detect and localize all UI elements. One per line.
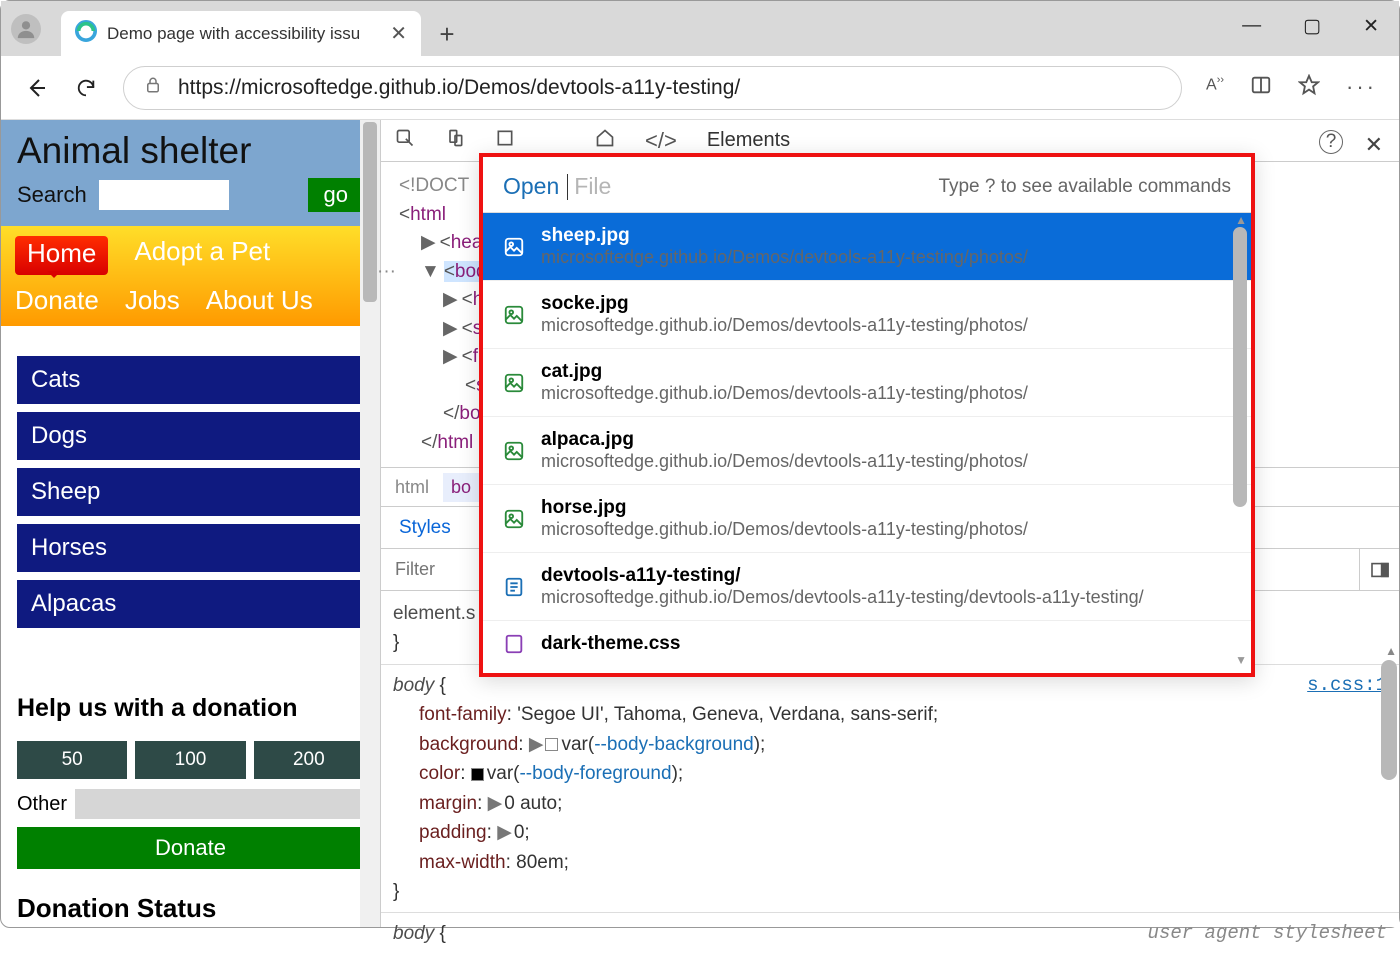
- search-label: Search: [17, 182, 87, 208]
- back-icon[interactable]: [23, 76, 49, 100]
- page-pane: Animal shelter Search go Home Adopt a Pe…: [1, 120, 381, 927]
- more-icon[interactable]: ···: [1346, 74, 1377, 101]
- browser-tab[interactable]: Demo page with accessibility issu ✕: [61, 11, 421, 56]
- text-cursor: [567, 174, 568, 200]
- welcome-icon[interactable]: [495, 128, 515, 153]
- amount-200[interactable]: 200: [254, 741, 364, 779]
- cmd-file-placeholder[interactable]: File: [574, 173, 611, 200]
- nav-donate[interactable]: Donate: [15, 285, 99, 316]
- devtools-scrollbar[interactable]: [1381, 660, 1397, 780]
- read-aloud-icon[interactable]: A››: [1206, 74, 1224, 101]
- cat-dogs[interactable]: Dogs: [17, 412, 364, 460]
- category-list: Cats Dogs Sheep Horses Alpacas: [1, 326, 380, 640]
- lock-icon: [144, 75, 162, 101]
- donation-heading: Help us with a donation: [17, 694, 364, 723]
- devtools-close-icon[interactable]: ✕: [1365, 132, 1383, 158]
- command-menu: Open File Type ? to see available comman…: [479, 153, 1255, 677]
- reader-icon[interactable]: [1250, 74, 1272, 101]
- donation-status-heading: Donation Status: [17, 893, 364, 924]
- inspect-icon[interactable]: [395, 128, 415, 153]
- profile-avatar[interactable]: [11, 14, 41, 44]
- donate-button[interactable]: Donate: [17, 827, 364, 869]
- home-tab-icon[interactable]: [595, 128, 615, 153]
- nav-about[interactable]: About Us: [206, 285, 313, 316]
- new-tab-button[interactable]: +: [427, 19, 467, 50]
- cmd-scrollbar[interactable]: [1233, 227, 1247, 507]
- cmd-item[interactable]: socke.jpgmicrosoftedge.github.io/Demos/d…: [483, 281, 1251, 349]
- other-label: Other: [17, 789, 67, 819]
- cmd-item[interactable]: cat.jpgmicrosoftedge.github.io/Demos/dev…: [483, 349, 1251, 417]
- cmd-scroll-down-icon[interactable]: ▼: [1235, 653, 1247, 667]
- nav-jobs[interactable]: Jobs: [125, 285, 180, 316]
- cmd-item[interactable]: alpaca.jpgmicrosoftedge.github.io/Demos/…: [483, 417, 1251, 485]
- cat-cats[interactable]: Cats: [17, 356, 364, 404]
- amount-50[interactable]: 50: [17, 741, 127, 779]
- url-field[interactable]: https://microsoftedge.github.io/Demos/de…: [123, 66, 1182, 110]
- cmd-list: sheep.jpgmicrosoftedge.github.io/Demos/d…: [483, 212, 1251, 660]
- css-source-link[interactable]: s.css:1: [1307, 671, 1387, 700]
- device-icon[interactable]: [445, 128, 465, 153]
- amount-100[interactable]: 100: [135, 741, 245, 779]
- cmd-item[interactable]: dark-theme.css: [483, 621, 1251, 660]
- search-input[interactable]: [99, 180, 229, 210]
- edge-icon: [75, 20, 97, 47]
- cat-horses[interactable]: Horses: [17, 524, 364, 572]
- cat-sheep[interactable]: Sheep: [17, 468, 364, 516]
- close-window-icon[interactable]: ✕: [1363, 15, 1379, 38]
- tab-title: Demo page with accessibility issu: [107, 24, 380, 44]
- url-text: https://microsoftedge.github.io/Demos/de…: [178, 76, 740, 100]
- main-nav: Home Adopt a Pet Donate Jobs About Us: [1, 226, 380, 326]
- minimize-icon[interactable]: —: [1242, 15, 1261, 38]
- address-bar: https://microsoftedge.github.io/Demos/de…: [1, 56, 1399, 120]
- go-button[interactable]: go: [308, 178, 364, 212]
- favorite-icon[interactable]: [1298, 74, 1320, 101]
- page-scrollbar[interactable]: [360, 120, 380, 927]
- scroll-up-icon[interactable]: ▲: [1385, 644, 1397, 658]
- donation-section: Help us with a donation 50 100 200 Other…: [1, 640, 380, 927]
- help-icon[interactable]: ?: [1319, 130, 1343, 154]
- cat-alpacas[interactable]: Alpacas: [17, 580, 364, 628]
- cmd-hint: Type ? to see available commands: [938, 176, 1231, 198]
- browser-titlebar: Demo page with accessibility issu ✕ + — …: [1, 1, 1399, 56]
- nav-home[interactable]: Home: [15, 236, 108, 275]
- cmd-open-label: Open: [503, 173, 559, 200]
- nav-adopt[interactable]: Adopt a Pet: [134, 236, 270, 275]
- cmd-item[interactable]: horse.jpgmicrosoftedge.github.io/Demos/d…: [483, 485, 1251, 553]
- page-title: Animal shelter: [17, 130, 364, 172]
- other-input[interactable]: [75, 789, 364, 819]
- cmd-item[interactable]: sheep.jpgmicrosoftedge.github.io/Demos/d…: [483, 213, 1251, 281]
- cmd-item[interactable]: devtools-a11y-testing/microsoftedge.gith…: [483, 553, 1251, 621]
- tab-close-icon[interactable]: ✕: [390, 21, 407, 46]
- elements-tab[interactable]: Elements: [707, 129, 790, 152]
- page-header: Animal shelter Search go: [1, 120, 380, 226]
- crumb-body[interactable]: bo: [443, 473, 479, 502]
- refresh-icon[interactable]: [73, 77, 99, 99]
- user-agent-label: user agent stylesheet: [1148, 919, 1387, 948]
- window-controls: — ▢ ✕: [1242, 15, 1379, 38]
- maximize-icon[interactable]: ▢: [1303, 15, 1321, 38]
- dock-icon[interactable]: [1359, 549, 1399, 590]
- crumb-html[interactable]: html: [395, 477, 429, 498]
- cmd-scroll-up-icon[interactable]: ▲: [1235, 213, 1247, 227]
